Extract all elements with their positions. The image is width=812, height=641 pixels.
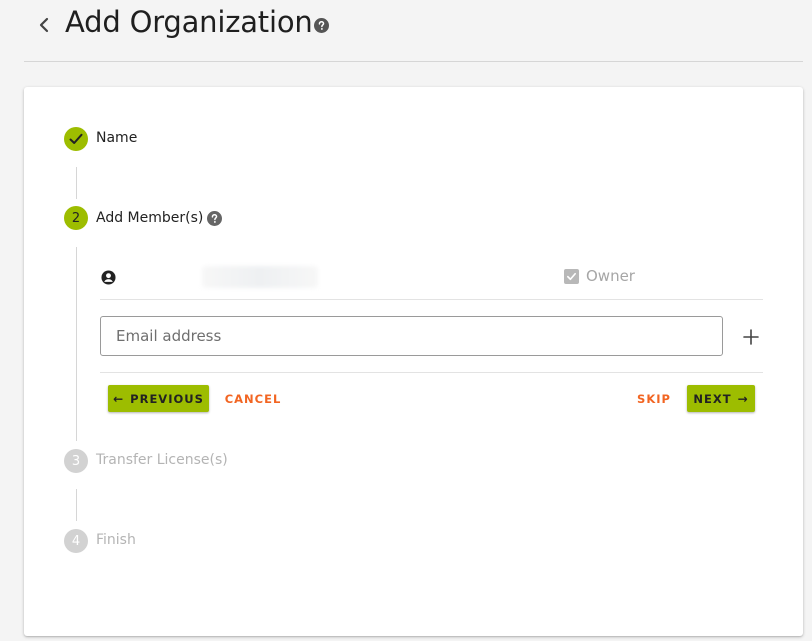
skip-button-label: SKIP (637, 391, 671, 406)
step-3-label: Transfer License(s) (96, 452, 228, 468)
step-1-label[interactable]: Name (96, 130, 137, 146)
arrow-right-icon: → (737, 391, 749, 406)
plus-icon (743, 329, 759, 345)
check-icon (567, 272, 576, 281)
next-button[interactable]: NEXT → (687, 385, 755, 412)
actions-divider (100, 372, 763, 373)
previous-button[interactable]: ← PREVIOUS (108, 385, 209, 412)
wizard-card: Name 2 Add Member(s) Owner ← PREVIOUS (24, 87, 803, 636)
step-2-label: Add Member(s) (96, 210, 204, 226)
back-button[interactable] (32, 12, 56, 38)
check-icon (69, 133, 83, 144)
step-2-content-line (76, 247, 77, 441)
next-button-label: NEXT (693, 391, 732, 406)
member-row: Owner (100, 257, 763, 300)
add-member-button[interactable] (739, 325, 763, 349)
member-name-redacted (202, 266, 318, 288)
owner-label: Owner (586, 267, 635, 285)
cancel-button[interactable]: CANCEL (221, 385, 285, 412)
step-3-indicator: 3 (64, 449, 88, 473)
step-1-complete-indicator (64, 127, 88, 151)
owner-checkbox[interactable] (564, 269, 579, 284)
chevron-left-icon (39, 17, 49, 33)
step-connector (76, 489, 77, 521)
page-title: Add Organization (65, 5, 313, 39)
account-circle-icon (101, 270, 116, 285)
previous-button-label: PREVIOUS (130, 391, 204, 406)
step-2-indicator: 2 (64, 206, 88, 230)
page-header: Add Organization (24, 0, 803, 62)
step-connector (76, 167, 77, 199)
step-4-label: Finish (96, 532, 136, 548)
arrow-left-icon: ← (113, 391, 125, 406)
cancel-button-label: CANCEL (224, 391, 282, 406)
email-input[interactable] (100, 316, 723, 356)
help-icon[interactable] (314, 18, 329, 33)
skip-button[interactable]: SKIP (633, 385, 675, 412)
step-4-indicator: 4 (64, 529, 88, 553)
help-icon[interactable] (207, 211, 222, 226)
